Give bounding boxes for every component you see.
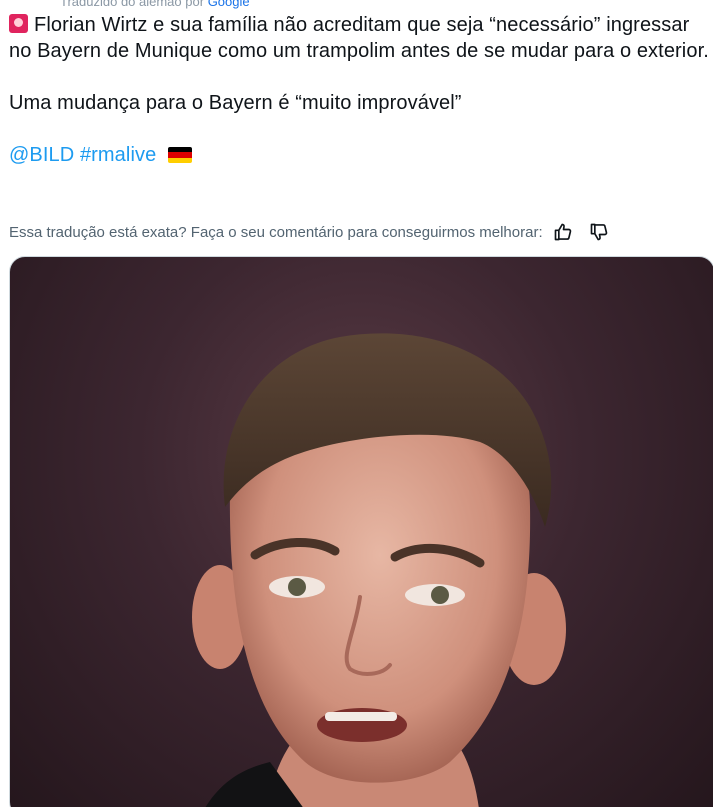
- thumbs-up-icon[interactable]: [553, 222, 573, 242]
- translation-label: Traduzido do alemão por: [60, 0, 205, 9]
- tweet-text: Florian Wirtz e sua família não acredita…: [9, 12, 709, 168]
- translation-attribution: Traduzido do alemão por Google: [60, 0, 250, 9]
- translation-feedback: Essa tradução está exata? Faça o seu com…: [9, 220, 709, 244]
- tweet-paragraph-1: Florian Wirtz e sua família não acredita…: [9, 12, 709, 64]
- feedback-question: Essa tradução está exata? Faça o seu com…: [9, 223, 543, 241]
- tweet-photo[interactable]: [9, 256, 713, 807]
- tweet-line-1: Florian Wirtz e sua família não acredita…: [9, 14, 709, 62]
- thumbs-down-icon[interactable]: [589, 222, 609, 242]
- tweet-paragraph-3: @BILD #rmalive: [9, 142, 709, 168]
- hashtag-link[interactable]: #rmalive: [80, 144, 156, 166]
- player-portrait: [192, 333, 566, 807]
- tweet: Traduzido do alemão por Google Florian W…: [0, 0, 713, 807]
- germany-flag-icon: [168, 147, 192, 163]
- mention-link[interactable]: @BILD: [9, 144, 74, 166]
- google-brand[interactable]: Google: [208, 0, 250, 9]
- tweet-paragraph-2: Uma mudança para o Bayern é “muito impro…: [9, 92, 462, 114]
- rotating-light-icon: [9, 14, 28, 33]
